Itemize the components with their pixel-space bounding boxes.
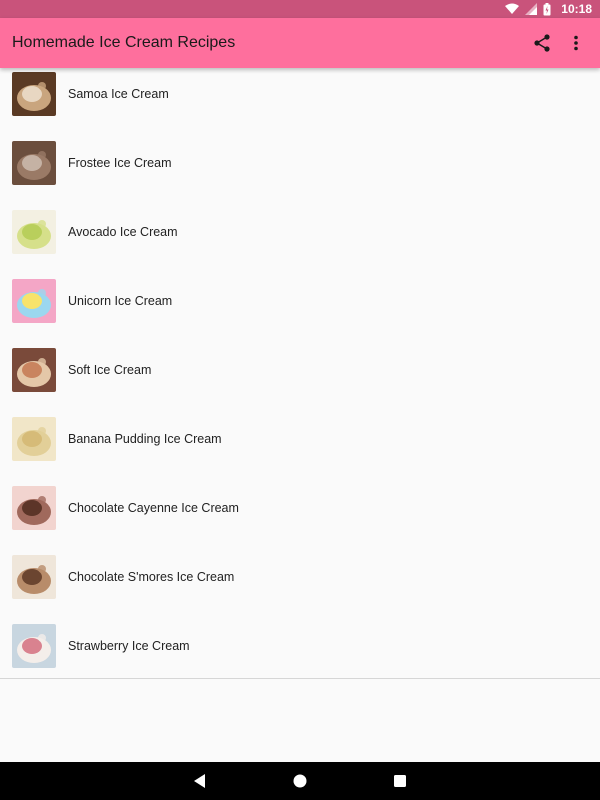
recipe-thumbnail (12, 278, 56, 323)
share-icon (534, 34, 550, 52)
recipe-title: Unicorn Ice Cream (68, 293, 173, 308)
recipe-thumbnail (12, 71, 56, 116)
recipe-title: Banana Pudding Ice Cream (68, 431, 222, 446)
wifi-icon (505, 3, 520, 14)
recipe-title: Soft Ice Cream (68, 362, 152, 377)
navigation-bar (0, 762, 600, 800)
recents-icon (394, 775, 406, 787)
recipe-thumbnail (12, 485, 56, 530)
recipe-list[interactable]: Samoa Ice Cream Frostee Ice Cream Avocado … (0, 68, 600, 679)
recipe-title: Chocolate S'mores Ice Cream (68, 569, 235, 584)
recipe-thumbnail (12, 416, 56, 461)
recipe-thumbnail (12, 140, 56, 185)
list-item[interactable]: Samoa Ice Cream (0, 68, 600, 128)
signal-icon (525, 3, 538, 15)
recipe-thumbnail (12, 209, 56, 254)
recents-button[interactable] (380, 762, 420, 800)
back-icon (194, 774, 205, 788)
back-button[interactable] (180, 762, 220, 800)
list-item[interactable]: Soft Ice Cream (0, 335, 600, 404)
list-item[interactable]: Avocado Ice Cream (0, 197, 600, 266)
more-vert-icon (574, 35, 578, 51)
recipe-title: Samoa Ice Cream (68, 86, 169, 101)
share-button[interactable] (526, 27, 558, 59)
recipe-thumbnail (12, 347, 56, 392)
recipe-title: Strawberry Ice Cream (68, 638, 190, 653)
more-options-button[interactable] (560, 27, 592, 59)
recipe-thumbnail (12, 554, 56, 599)
recipe-title: Chocolate Cayenne Ice Cream (68, 500, 239, 515)
list-item[interactable]: Chocolate S'mores Ice Cream (0, 542, 600, 611)
app-bar: Homemade Ice Cream Recipes (0, 18, 600, 68)
list-item[interactable]: Chocolate Cayenne Ice Cream (0, 473, 600, 542)
home-button[interactable] (280, 762, 320, 800)
list-item[interactable]: Frostee Ice Cream (0, 128, 600, 197)
app-title: Homemade Ice Cream Recipes (12, 34, 236, 51)
recipe-title: Frostee Ice Cream (68, 155, 172, 170)
list-item[interactable]: Unicorn Ice Cream (0, 266, 600, 335)
status-bar: 10:18 (0, 0, 600, 18)
list-item[interactable]: Banana Pudding Ice Cream (0, 404, 600, 473)
list-item[interactable]: Strawberry Ice Cream (0, 611, 600, 678)
home-icon (293, 774, 307, 788)
status-time: 10:18 (561, 2, 592, 16)
recipe-title: Avocado Ice Cream (68, 224, 178, 239)
battery-icon (543, 2, 551, 15)
recipe-thumbnail (12, 623, 56, 668)
